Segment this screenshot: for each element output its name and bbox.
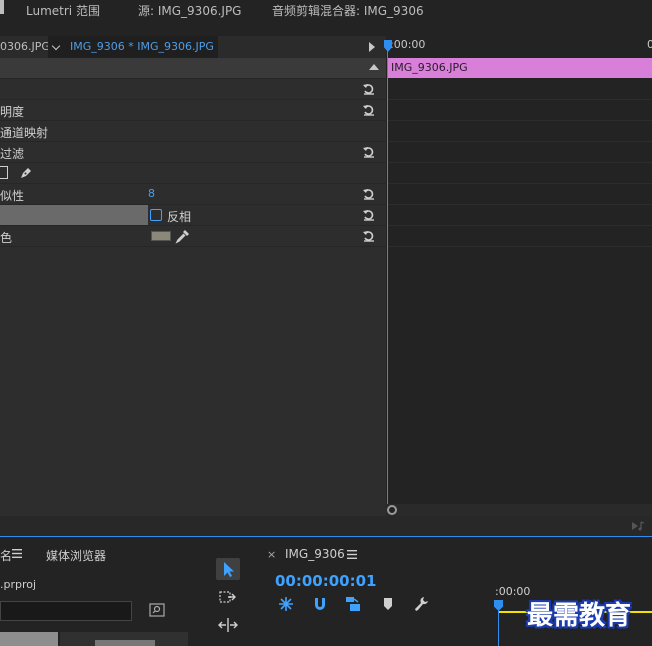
reset-icon[interactable]	[362, 103, 376, 117]
tab-media-browser[interactable]: 媒体浏览器	[46, 547, 106, 564]
nest-icon[interactable]	[278, 596, 294, 612]
divider	[386, 120, 652, 121]
watermark-logo: 最需教育	[527, 601, 632, 631]
effect-row-color[interactable]: 色	[0, 226, 386, 247]
divider	[386, 225, 652, 226]
snap-icon[interactable]	[312, 596, 328, 612]
ripple-edit-tool[interactable]	[216, 614, 240, 636]
playhead-line[interactable]	[387, 44, 388, 516]
divider	[386, 246, 652, 247]
selection-tool[interactable]	[216, 558, 240, 580]
effect-row-similarity[interactable]: 似性 8	[0, 184, 386, 205]
clip-bar[interactable]: IMG_9306.JPG	[388, 58, 652, 78]
sequence-ruler-start: :00:00	[495, 585, 531, 598]
ruler-end-time: 0	[647, 38, 652, 51]
similarity-value[interactable]: 8	[148, 187, 155, 200]
tab-source-monitor[interactable]: 源: IMG_9306.JPG	[138, 2, 241, 19]
project-search-input[interactable]	[0, 601, 132, 621]
pen-icon[interactable]	[18, 165, 34, 181]
selection-tool-icon	[224, 562, 234, 577]
time-ruler[interactable]: :00:00 0	[386, 36, 652, 58]
play-only-icon[interactable]	[369, 42, 375, 52]
master-clip-label[interactable]: 0306.JPG	[0, 40, 50, 53]
ripple-edit-icon	[218, 618, 238, 632]
effect-label: 似性	[0, 189, 25, 203]
active-clip-label[interactable]: IMG_9306 * IMG_9306.JPG	[70, 40, 214, 53]
invert-checkbox[interactable]	[150, 209, 162, 221]
eyedropper-icon[interactable]	[175, 228, 191, 244]
panel-focus-line	[0, 536, 652, 537]
slider-track[interactable]	[0, 205, 148, 225]
effect-row-channel-map[interactable]: 通道映射	[0, 121, 386, 142]
project-panel: 名 媒体浏览器 .prproj	[0, 538, 204, 646]
wrench-icon[interactable]	[413, 596, 429, 612]
effect-row-luminance[interactable]: 明度	[0, 100, 386, 121]
color-swatch[interactable]	[151, 231, 171, 241]
linked-select-icon[interactable]	[344, 596, 362, 612]
find-icon[interactable]	[149, 603, 165, 617]
reset-icon[interactable]	[362, 229, 376, 243]
project-file-name: .prproj	[0, 578, 37, 591]
effect-row-invert[interactable]: 反相	[0, 205, 386, 226]
divider	[386, 99, 652, 100]
effect-label: 明度	[0, 105, 25, 119]
zoom-scroll-handle[interactable]	[387, 505, 397, 515]
tab-project[interactable]: 名	[0, 547, 12, 564]
effect-label: 过滤	[0, 147, 25, 161]
effect-label: 通道映射	[0, 126, 49, 140]
effect-row[interactable]	[0, 79, 386, 100]
effect-row-filter[interactable]: 过滤	[0, 142, 386, 163]
panel-menu-icon[interactable]	[12, 549, 22, 558]
top-tab-bar: Lumetri 范围 源: IMG_9306.JPG 音频剪辑混合器: IMG_…	[0, 0, 652, 20]
tab-audio-clip-mixer[interactable]: 音频剪辑混合器: IMG_9306	[272, 2, 424, 19]
reset-icon[interactable]	[362, 145, 376, 159]
effect-timeline-area[interactable]	[386, 36, 652, 516]
panel-menu-icon[interactable]	[347, 550, 357, 559]
track-select-icon	[219, 591, 236, 603]
tab-sequence[interactable]: IMG_9306	[285, 547, 345, 561]
reset-icon[interactable]	[362, 187, 376, 201]
playhead-timecode[interactable]: 00:00:00:01	[275, 572, 377, 590]
thumbnail-image	[95, 640, 155, 646]
mask-rect-icon[interactable]	[0, 166, 8, 179]
tab-lumetri-scopes[interactable]: Lumetri 范围	[26, 2, 100, 19]
divider	[386, 204, 652, 205]
effect-controls-panel: 明度 通道映射 过滤 似性 8 反相 色	[0, 58, 386, 516]
divider	[386, 162, 652, 163]
horizontal-scrollbar[interactable]	[386, 504, 652, 516]
status-strip	[0, 516, 652, 536]
reset-icon[interactable]	[362, 208, 376, 222]
invert-label: 反相	[167, 210, 192, 224]
effect-label: 色	[0, 231, 13, 245]
active-tab-indicator	[0, 0, 4, 14]
divider	[386, 141, 652, 142]
media-thumbnail[interactable]	[0, 632, 58, 646]
tools-panel	[206, 538, 254, 646]
collapse-up-icon[interactable]	[369, 64, 379, 70]
close-icon[interactable]: ×	[267, 548, 276, 561]
track-select-tool[interactable]	[216, 586, 240, 608]
effect-header-row[interactable]	[0, 58, 386, 79]
audio-play-icon[interactable]	[630, 520, 646, 532]
clip-bar-label: IMG_9306.JPG	[391, 61, 468, 74]
marker-icon[interactable]	[382, 597, 394, 611]
ruler-start-time: :00:00	[390, 38, 426, 51]
effect-row-mask[interactable]	[0, 163, 386, 184]
reset-icon[interactable]	[362, 82, 376, 96]
divider	[386, 183, 652, 184]
clip-selector-bar: 0306.JPG IMG_9306 * IMG_9306.JPG	[0, 36, 386, 58]
